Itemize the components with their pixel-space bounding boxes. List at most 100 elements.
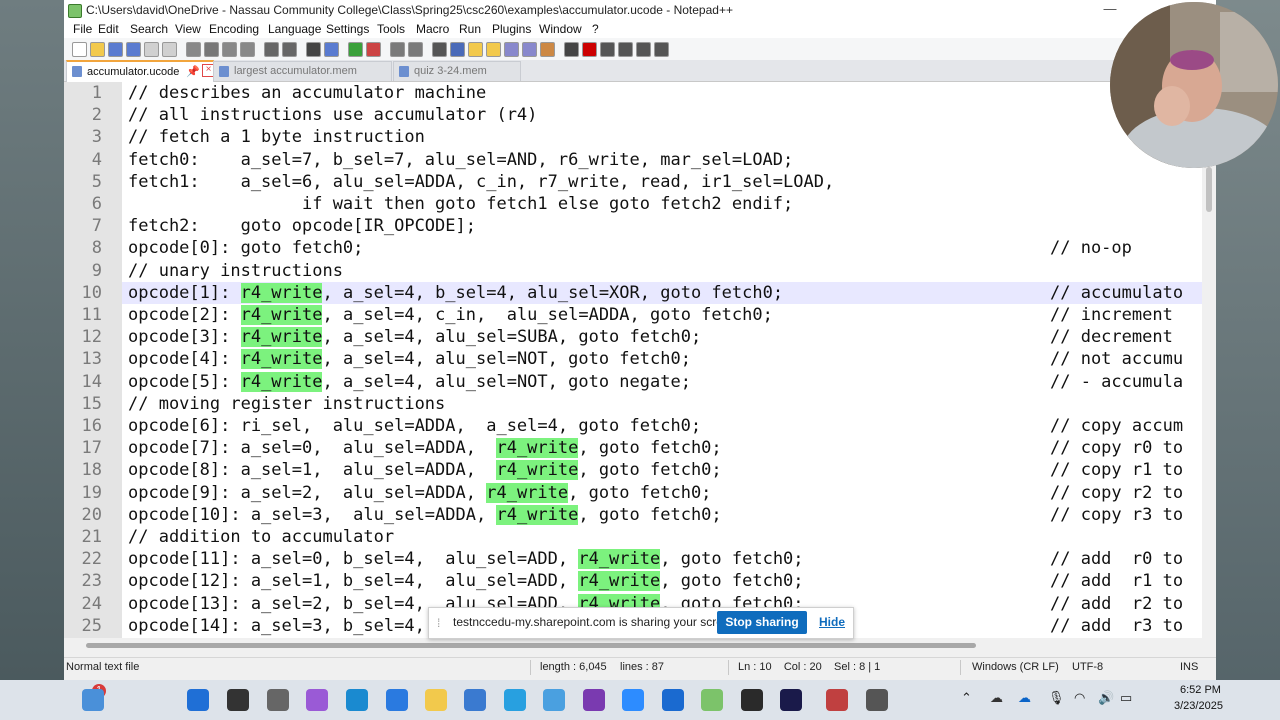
close-icon[interactable] (144, 42, 159, 57)
code-line[interactable]: opcode[12]: a_sel=1, b_sel=4, alu_sel=AD… (128, 570, 804, 592)
save-icon[interactable] (108, 42, 123, 57)
drag-handle-icon[interactable]: ⁞ (437, 616, 440, 630)
horizontal-scroll-thumb[interactable] (86, 643, 976, 648)
clock-time[interactable]: 6:52 PM (1180, 684, 1221, 696)
code-line[interactable]: opcode[7]: a_sel=0, alu_sel=ADDA, r4_wri… (128, 437, 722, 459)
menu-file[interactable]: File (73, 22, 92, 36)
copilot-icon[interactable] (306, 689, 328, 711)
clock-date[interactable]: 3/23/2025 (1174, 700, 1223, 712)
code-line[interactable]: // fetch a 1 byte instruction (128, 126, 425, 148)
code-line[interactable]: // addition to accumulator (128, 526, 394, 548)
stop-sharing-button[interactable]: Stop sharing (717, 611, 807, 634)
run-macro-icon[interactable] (636, 42, 651, 57)
tray-overflow-chevron-icon[interactable]: ⌃ (961, 690, 972, 706)
more-apps-icon[interactable] (866, 689, 888, 711)
stop-macro-icon[interactable] (600, 42, 615, 57)
menu-tools[interactable]: Tools (377, 22, 405, 36)
status-encoding[interactable]: UTF-8 (1072, 661, 1103, 673)
vertical-scroll-thumb[interactable] (1206, 167, 1212, 212)
onedrive-cloud-icon[interactable]: ☁ (990, 690, 1003, 706)
tab-file[interactable]: largest accumulator.mem (213, 61, 392, 81)
horizontal-scrollbar[interactable] (64, 638, 1202, 652)
save-macro-icon[interactable] (654, 42, 669, 57)
battery-icon[interactable]: ▭ (1120, 690, 1132, 706)
code-line[interactable]: opcode[10]: a_sel=3, alu_sel=ADDA, r4_wr… (128, 504, 722, 526)
redo-icon[interactable] (282, 42, 297, 57)
menu-search[interactable]: Search (130, 22, 168, 36)
find-icon[interactable] (306, 42, 321, 57)
volume-icon[interactable]: 🔊 (1098, 690, 1114, 706)
code-line[interactable]: opcode[4]: r4_write, a_sel=4, alu_sel=NO… (128, 348, 691, 370)
onenote-icon[interactable] (583, 689, 605, 711)
indent-guide-icon[interactable] (468, 42, 483, 57)
code-line[interactable]: // moving register instructions (128, 393, 445, 415)
terminal-icon[interactable] (741, 689, 763, 711)
menu-view[interactable]: View (175, 22, 201, 36)
hide-banner-link[interactable]: Hide (819, 615, 845, 629)
cut-icon[interactable] (204, 42, 219, 57)
show-all-chars-icon[interactable] (450, 42, 465, 57)
mail-icon[interactable] (386, 689, 408, 711)
notepadpp-icon[interactable] (701, 689, 723, 711)
help-icon[interactable] (504, 689, 526, 711)
undo-icon[interactable] (264, 42, 279, 57)
replace-icon[interactable] (324, 42, 339, 57)
myhp-icon[interactable] (543, 689, 565, 711)
sync-horizontal-icon[interactable] (408, 42, 423, 57)
menu-help[interactable]: ? (592, 22, 599, 36)
menu-encoding[interactable]: Encoding (209, 22, 259, 36)
monitoring-icon[interactable] (564, 42, 579, 57)
editor-area[interactable]: 1 2 3 4 5 6 7 8 9 10 11 12 13 14 15 16 17 18 19 20 21 22 23 24 2… (64, 82, 1202, 638)
code-line[interactable]: opcode[6]: ri_sel, alu_sel=ADDA, a_sel=4… (128, 415, 701, 437)
menu-window[interactable]: Window (539, 22, 582, 36)
tab-file[interactable]: quiz 3-24.mem (393, 61, 521, 81)
new-file-icon[interactable] (72, 42, 87, 57)
start-button-icon[interactable] (187, 689, 209, 711)
menu-run[interactable]: Run (459, 22, 481, 36)
code-line[interactable]: fetch0: a_sel=7, b_sel=7, alu_sel=AND, r… (128, 149, 793, 171)
code-line[interactable]: fetch2: goto opcode[IR_OPCODE]; (128, 215, 476, 237)
word-wrap-icon[interactable] (432, 42, 447, 57)
menu-plugins[interactable]: Plugins (492, 22, 531, 36)
code-line[interactable]: // describes an accumulator machine (128, 82, 486, 104)
pin-tab-icon[interactable]: 📌 (186, 65, 200, 78)
lang-define-icon[interactable] (486, 42, 501, 57)
copy-icon[interactable] (222, 42, 237, 57)
zoom-icon[interactable] (622, 689, 644, 711)
code-line[interactable]: opcode[9]: a_sel=2, alu_sel=ADDA, r4_wri… (128, 482, 711, 504)
zoom-out-icon[interactable] (366, 42, 381, 57)
menu-macro[interactable]: Macro (416, 22, 449, 36)
code-line[interactable]: opcode[2]: r4_write, a_sel=4, c_in, alu_… (128, 304, 773, 326)
menu-edit[interactable]: Edit (98, 22, 119, 36)
code-line[interactable]: opcode[1]: r4_write, a_sel=4, b_sel=4, a… (128, 282, 783, 304)
file-explorer-icon[interactable] (425, 689, 447, 711)
minimize-button[interactable]: — (1100, 0, 1120, 20)
code-line[interactable]: opcode[3]: r4_write, a_sel=4, alu_sel=SU… (128, 326, 701, 348)
code-line[interactable]: opcode[5]: r4_write, a_sel=4, alu_sel=NO… (128, 371, 691, 393)
record-macro-icon[interactable] (582, 42, 597, 57)
task-view-icon[interactable] (267, 689, 289, 711)
print-icon[interactable] (186, 42, 201, 57)
search-icon[interactable] (227, 689, 249, 711)
store-icon[interactable] (464, 689, 486, 711)
status-eol[interactable]: Windows (CR LF) (972, 661, 1059, 673)
code-line[interactable]: opcode[0]: goto fetch0; (128, 237, 363, 259)
intellij-icon[interactable] (780, 689, 802, 711)
tab-file[interactable]: accumulator.ucode 📌 × (66, 60, 215, 83)
simulator-icon[interactable] (826, 689, 848, 711)
outlook-icon[interactable] (662, 689, 684, 711)
code-line[interactable]: if wait then goto fetch1 else goto fetch… (128, 193, 793, 215)
doc-map-icon[interactable] (504, 42, 519, 57)
menu-settings[interactable]: Settings (326, 22, 369, 36)
code-line[interactable]: fetch1: a_sel=6, alu_sel=ADDA, c_in, r7_… (128, 171, 834, 193)
code-line[interactable]: // all instructions use accumulator (r4) (128, 104, 537, 126)
menu-language[interactable]: Language (268, 22, 321, 36)
function-list-icon[interactable] (522, 42, 537, 57)
zoom-in-icon[interactable] (348, 42, 363, 57)
onedrive-business-icon[interactable]: ☁ (1018, 690, 1031, 706)
sync-vertical-icon[interactable] (390, 42, 405, 57)
code-line[interactable]: // unary instructions (128, 260, 343, 282)
wifi-icon[interactable]: ◠ (1074, 690, 1085, 706)
weather-icon[interactable] (82, 689, 104, 711)
microphone-icon[interactable]: 🎙 (1048, 690, 1065, 706)
